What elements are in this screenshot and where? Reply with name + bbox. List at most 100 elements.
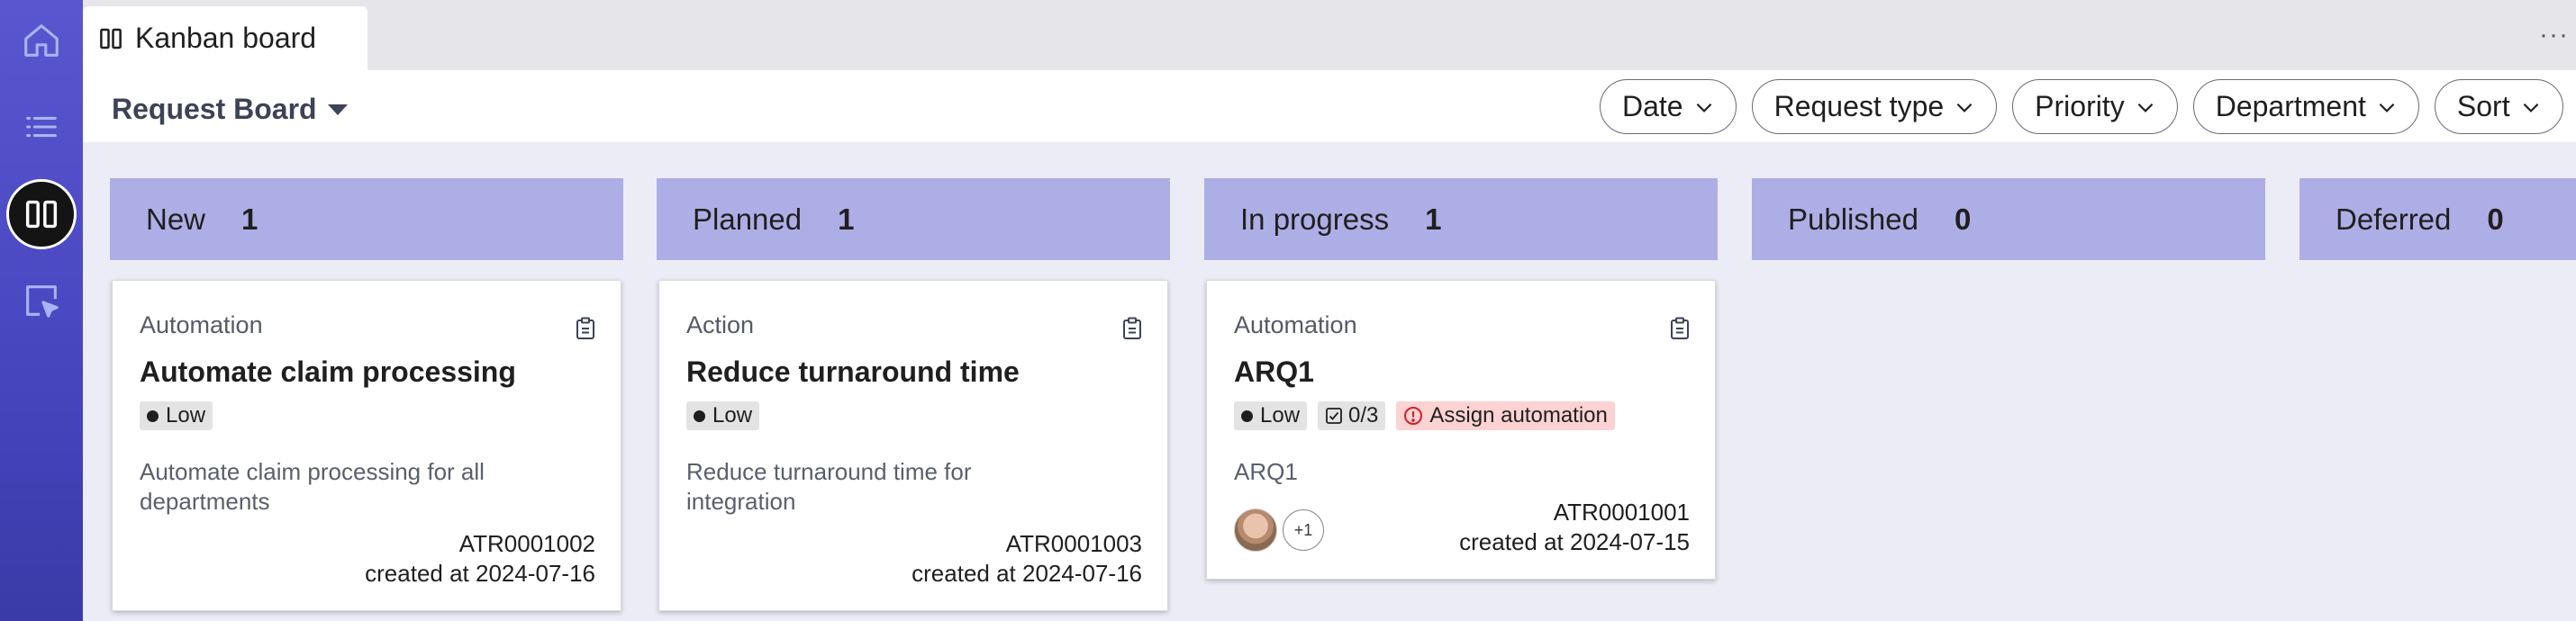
avatar[interactable] — [1234, 508, 1277, 552]
priority-dot-icon — [694, 410, 705, 422]
column-count: 1 — [241, 202, 259, 236]
column-planned: Planned 1 Action Reduce turnaround time … — [657, 178, 1170, 611]
avatar-more-count[interactable]: +1 — [1283, 509, 1324, 551]
card-type: Automation — [140, 311, 263, 338]
column-new: New 1 Automation Automate claim processi… — [110, 178, 623, 611]
tab-label: Kanban board — [135, 22, 317, 54]
column-title: New — [146, 202, 206, 236]
chevron-down-icon — [2523, 103, 2538, 112]
filter-sort[interactable]: Sort — [2434, 79, 2563, 134]
priority-dot-icon — [147, 410, 159, 422]
card-id: ATR0001003 — [1005, 530, 1142, 557]
warning-badge[interactable]: Assign automation — [1396, 401, 1615, 430]
sidebar-item-selector[interactable] — [9, 268, 74, 333]
toolbar: Request Board Date Request type Priority… — [83, 70, 2576, 142]
priority-badge: Low — [686, 401, 760, 430]
sidebar-item-home[interactable] — [9, 8, 74, 73]
card-description: ARQ1 — [1234, 458, 1298, 485]
column-header: Deferred 0 — [2299, 178, 2576, 260]
priority-label: Low — [712, 403, 753, 428]
tab-strip: Kanban board ··· — [83, 0, 2576, 70]
filter-date[interactable]: Date — [1600, 79, 1737, 134]
priority-dot-icon — [1241, 410, 1253, 422]
filter-department[interactable]: Department — [2192, 79, 2419, 134]
request-card[interactable]: Action Reduce turnaround time Low Reduce… — [658, 280, 1168, 611]
tasks-label: 0/3 — [1348, 403, 1379, 428]
card-meta: ATR0001001 created at 2024-07-15 — [1459, 498, 1690, 557]
card-badges: Low — [686, 401, 1142, 430]
request-card[interactable]: Automation Automate claim processing Low… — [112, 280, 621, 611]
kanban-icon — [100, 28, 122, 49]
board-selector[interactable]: Request Board — [112, 93, 348, 126]
column-in-progress: In progress 1 Automation ARQ1 Low 0/3 As… — [1204, 178, 1718, 580]
card-type: Action — [686, 311, 755, 338]
filter-bar: Date Request type Priority Department So… — [1600, 79, 2563, 134]
request-card[interactable]: Automation ARQ1 Low 0/3 Assign automatio… — [1206, 280, 1716, 580]
priority-label: Low — [166, 403, 206, 428]
column-count: 1 — [838, 202, 855, 236]
clipboard-icon[interactable] — [1670, 317, 1690, 340]
card-footer: ATR0001003 created at 2024-07-16 — [686, 529, 1142, 589]
card-badges: Low — [140, 401, 595, 430]
card-created: created at 2024-07-15 — [1459, 528, 1690, 555]
column-header: In progress 1 — [1204, 178, 1718, 260]
filter-label: Department — [2215, 90, 2366, 122]
column-deferred: Deferred 0 — [2299, 178, 2576, 260]
priority-label: Low — [1260, 403, 1301, 428]
alert-circle-icon — [1404, 407, 1423, 425]
filter-request-type[interactable]: Request type — [1751, 79, 1998, 134]
priority-badge: Low — [140, 401, 213, 430]
checkbox-icon — [1326, 408, 1342, 424]
warning-label: Assign automation — [1429, 403, 1608, 428]
card-created: created at 2024-07-16 — [912, 560, 1142, 587]
kanban-board: New 1 Automation Automate claim processi… — [83, 142, 2576, 621]
card-description: Automate claim processing for all depart… — [140, 458, 485, 515]
assignees: +1 — [1234, 508, 1324, 552]
chevron-down-icon — [1956, 103, 1973, 112]
sidebar — [0, 0, 83, 621]
tasks-badge: 0/3 — [1318, 401, 1386, 430]
filter-label: Priority — [2035, 90, 2125, 122]
cursor-select-icon — [26, 285, 59, 318]
filter-label: Request type — [1773, 90, 1945, 122]
card-title: Reduce turnaround time — [686, 356, 1020, 388]
card-title: ARQ1 — [1234, 356, 1314, 388]
filter-priority[interactable]: Priority — [2012, 79, 2178, 134]
card-description: Reduce turnaround time for integration — [686, 458, 972, 515]
filter-label: Sort — [2456, 90, 2510, 122]
chevron-down-icon — [2137, 103, 2154, 112]
filter-label: Date — [1622, 90, 1683, 122]
card-type: Automation — [1234, 311, 1357, 338]
column-header: New 1 — [110, 178, 623, 260]
more-options-icon[interactable]: ··· — [2539, 22, 2569, 49]
column-header: Planned 1 — [657, 178, 1170, 260]
clipboard-icon[interactable] — [576, 317, 595, 340]
clipboard-icon[interactable] — [1122, 317, 1142, 340]
board-title: Request Board — [112, 93, 317, 125]
card-footer: +1 ATR0001001 created at 2024-07-15 — [1234, 498, 1690, 557]
sidebar-item-kanban[interactable] — [6, 179, 77, 249]
tab-kanban-board[interactable]: Kanban board — [83, 6, 367, 70]
chevron-down-icon — [2379, 103, 2395, 112]
caret-down-icon — [327, 104, 348, 115]
card-id: ATR0001002 — [458, 530, 595, 557]
priority-badge: Low — [1234, 401, 1308, 430]
sidebar-item-list[interactable] — [9, 94, 74, 159]
column-title: Published — [1788, 202, 1918, 236]
column-header: Published 0 — [1752, 178, 2265, 260]
card-id: ATR0001001 — [1553, 499, 1690, 526]
column-title: Deferred — [2336, 202, 2452, 236]
column-count: 0 — [1954, 202, 1972, 236]
card-footer: ATR0001002 created at 2024-07-16 — [140, 529, 595, 589]
kanban-icon — [25, 200, 58, 229]
column-count: 1 — [1425, 202, 1442, 236]
column-count: 0 — [2487, 202, 2504, 236]
column-title: Planned — [693, 202, 803, 236]
card-created: created at 2024-07-16 — [365, 560, 595, 587]
card-title: Automate claim processing — [140, 356, 516, 388]
home-icon — [24, 24, 59, 57]
column-title: In progress — [1240, 202, 1390, 236]
list-icon — [26, 116, 57, 138]
column-published: Published 0 — [1752, 178, 2265, 260]
chevron-down-icon — [1696, 103, 1711, 112]
